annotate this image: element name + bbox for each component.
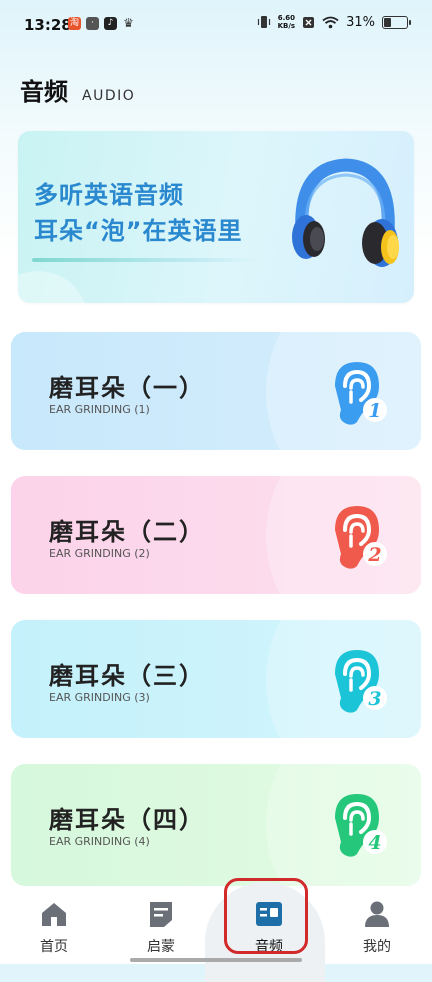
- ear-icon: 1: [335, 362, 387, 425]
- battery-icon: [382, 15, 411, 29]
- active-tab-highlight: [224, 878, 308, 954]
- nav-item-enlighten[interactable]: 启蒙: [121, 900, 201, 956]
- ear-icon: 4: [335, 794, 387, 857]
- nav-item-mine[interactable]: 我的: [337, 900, 417, 956]
- page-subtitle: AUDIO: [82, 88, 136, 104]
- nav-label: 我的: [363, 939, 391, 955]
- card-subtitle: EAR GRINDING (2): [49, 547, 150, 560]
- book-icon: [150, 902, 172, 927]
- ear-number: 4: [368, 832, 381, 854]
- sim-x-icon: [303, 16, 315, 28]
- app-notification-icon: 淘: [68, 17, 81, 30]
- page-title: 音频: [20, 78, 68, 106]
- card-subtitle: EAR GRINDING (3): [49, 691, 150, 704]
- card-title: 磨耳朵（二）: [49, 518, 205, 546]
- card-title: 磨耳朵（四）: [49, 806, 205, 834]
- nav-label: 首页: [40, 939, 68, 955]
- app-notification-icon: ·: [86, 17, 99, 30]
- nav-item-home[interactable]: 首页: [14, 900, 94, 956]
- ear-number: 3: [368, 688, 381, 710]
- status-time: 13:28: [24, 16, 72, 34]
- status-bar: 13:28 淘 · ♪ ♛ 6.60 KB/s 31%: [0, 0, 432, 52]
- banner-line-2: 耳朵“泡”在英语里: [34, 217, 243, 245]
- ear-grinding-card-4[interactable]: 磨耳朵（四） EAR GRINDING (4) 4: [11, 764, 421, 886]
- home-indicator[interactable]: [130, 958, 302, 962]
- page-heading: 音频 AUDIO: [20, 72, 135, 107]
- crown-icon: ♛: [123, 16, 134, 30]
- card-title: 磨耳朵（三）: [49, 662, 205, 690]
- wifi-icon: [322, 16, 339, 28]
- card-title: 磨耳朵（一）: [49, 374, 205, 402]
- banner-line-1: 多听英语音频: [34, 181, 184, 209]
- banner-underline: [32, 258, 258, 262]
- headphones-icon: [292, 158, 399, 267]
- ear-icon: 3: [335, 650, 387, 713]
- card-subtitle: EAR GRINDING (4): [49, 835, 150, 848]
- ear-number: 2: [367, 544, 381, 566]
- battery-percent: 31%: [346, 14, 375, 30]
- banner-decoration: [18, 271, 88, 303]
- ear-grinding-card-3[interactable]: 磨耳朵（三） EAR GRINDING (3) 3: [11, 620, 421, 738]
- notification-icons: 淘 · ♪ ♛: [68, 17, 135, 30]
- tiktok-icon: ♪: [104, 17, 117, 30]
- home-icon: [42, 903, 66, 926]
- network-speed: 6.60 KB/s: [277, 14, 296, 30]
- vibrate-icon: [257, 16, 270, 28]
- nav-label: 启蒙: [147, 939, 175, 955]
- ear-grinding-card-1[interactable]: 磨耳朵（一） EAR GRINDING (1) 1: [11, 332, 421, 450]
- ear-number: 1: [368, 400, 381, 422]
- person-icon: [365, 901, 389, 927]
- audio-banner[interactable]: 多听英语音频 耳朵“泡”在英语里: [18, 131, 414, 303]
- bottom-nav: 首页 启蒙 音频 我的: [0, 878, 432, 982]
- ear-grinding-card-2[interactable]: 磨耳朵（二） EAR GRINDING (2) 2: [11, 476, 421, 594]
- ear-icon: 2: [335, 506, 387, 569]
- card-subtitle: EAR GRINDING (1): [49, 403, 150, 416]
